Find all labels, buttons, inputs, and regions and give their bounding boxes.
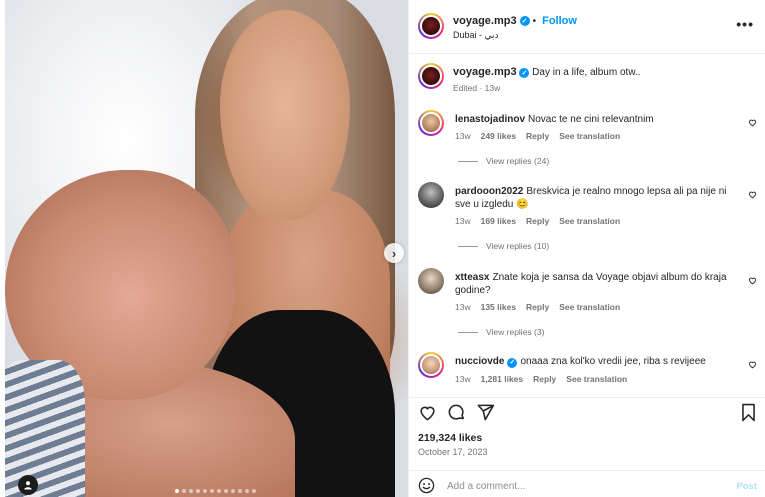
carousel-dot	[203, 489, 207, 493]
like-comment-heart-icon[interactable]	[748, 190, 757, 199]
carousel-indicator	[175, 489, 256, 493]
heart-icon[interactable]	[418, 403, 437, 422]
reply-button[interactable]: Reply	[526, 216, 549, 226]
post-photo[interactable]: ›	[5, 0, 408, 497]
next-slide-button[interactable]: ›	[384, 243, 404, 263]
like-comment-heart-icon[interactable]	[748, 360, 757, 369]
chevron-right-icon: ›	[391, 245, 397, 261]
author-username[interactable]: voyage.mp3	[453, 15, 517, 27]
view-replies-button[interactable]: View replies (3)	[458, 327, 544, 337]
like-comment-heart-icon[interactable]	[748, 276, 757, 285]
see-translation-button[interactable]: See translation	[559, 131, 620, 141]
author-avatar[interactable]	[418, 13, 444, 39]
user-tags-button[interactable]	[18, 475, 38, 495]
see-translation-button[interactable]: See translation	[559, 302, 620, 312]
user-tag-icon	[24, 481, 32, 490]
carousel-dot	[238, 489, 242, 493]
view-replies-button[interactable]: View replies (24)	[458, 156, 549, 166]
caption-avatar[interactable]	[418, 63, 444, 89]
commenter-avatar[interactable]	[418, 110, 444, 136]
comment-likes[interactable]: 169 likes	[481, 216, 516, 226]
comment-input[interactable]	[447, 478, 697, 494]
commenter-avatar[interactable]	[418, 182, 444, 208]
verified-badge-icon: ✓	[507, 357, 518, 368]
commenter-username[interactable]: lenastojadinov	[455, 114, 525, 125]
comment-age: 13w	[455, 302, 471, 312]
share-icon[interactable]	[476, 403, 495, 422]
post-modal: › voyage.mp3 ✓ • Follow Dubai - دبي •••	[0, 0, 765, 497]
carousel-dot	[196, 489, 200, 493]
more-options-icon[interactable]: •••	[736, 16, 754, 32]
carousel-dot	[189, 489, 193, 493]
view-replies-button[interactable]: View replies (10)	[458, 241, 549, 251]
follow-button[interactable]: Follow	[542, 15, 577, 27]
comment-icon[interactable]	[447, 403, 466, 422]
commenter-username[interactable]: pardooon2022	[455, 186, 523, 197]
commenter-username[interactable]: nucciovde	[455, 356, 504, 367]
commenter-avatar[interactable]	[418, 352, 444, 378]
reply-button[interactable]: Reply	[526, 131, 549, 141]
reply-button[interactable]: Reply	[533, 374, 556, 384]
carousel-dot	[175, 489, 179, 493]
post-caption: voyage.mp3 ✓ Day in a life, album otw..	[453, 66, 641, 78]
verified-badge-icon: ✓	[519, 16, 530, 26]
like-comment-heart-icon[interactable]	[748, 118, 757, 127]
carousel-dot	[210, 489, 214, 493]
comment-composer: Post	[409, 470, 765, 497]
comment-age: 13w	[455, 374, 471, 384]
action-bar	[409, 397, 765, 427]
post-date[interactable]: October 17, 2023	[418, 447, 488, 457]
see-translation-button[interactable]: See translation	[566, 374, 627, 384]
comment-text: Novac te ne cini relevantnim	[528, 114, 654, 125]
reply-button[interactable]: Reply	[526, 302, 549, 312]
commenter-avatar[interactable]	[418, 268, 444, 294]
post-location[interactable]: Dubai - دبي	[453, 30, 499, 41]
caption-username[interactable]: voyage.mp3	[453, 66, 517, 78]
post-comment-button[interactable]: Post	[736, 481, 757, 492]
comment-likes[interactable]: 135 likes	[481, 302, 516, 312]
comment-text: onaaa zna kol'ko vredii jee, riba s revi…	[520, 356, 706, 367]
carousel-dot	[217, 489, 221, 493]
emoji-icon[interactable]	[418, 477, 435, 494]
comment-age: 13w	[455, 131, 471, 141]
caption-text: Day in a life, album otw..	[532, 67, 641, 78]
carousel-dot	[224, 489, 228, 493]
comment-age: 13w	[455, 216, 471, 226]
comment-likes[interactable]: 1,281 likes	[481, 374, 524, 384]
see-translation-button[interactable]: See translation	[559, 216, 620, 226]
post-details-panel: voyage.mp3 ✓ • Follow Dubai - دبي ••• vo…	[408, 0, 765, 497]
caption-meta: Edited · 13w	[453, 83, 501, 93]
comment-likes[interactable]: 249 likes	[481, 131, 516, 141]
comment-text: Znate koja je sansa da Voyage objavi alb…	[455, 272, 727, 296]
carousel-dot	[245, 489, 249, 493]
carousel-dot	[252, 489, 256, 493]
commenter-username[interactable]: xtteasx	[455, 272, 489, 283]
carousel-dot	[231, 489, 235, 493]
verified-badge-icon: ✓	[519, 68, 530, 78]
carousel-dot	[182, 489, 186, 493]
bookmark-icon[interactable]	[740, 403, 757, 422]
post-header: voyage.mp3 ✓ • Follow Dubai - دبي •••	[409, 0, 765, 54]
likes-count[interactable]: 219,324 likes	[418, 432, 482, 444]
